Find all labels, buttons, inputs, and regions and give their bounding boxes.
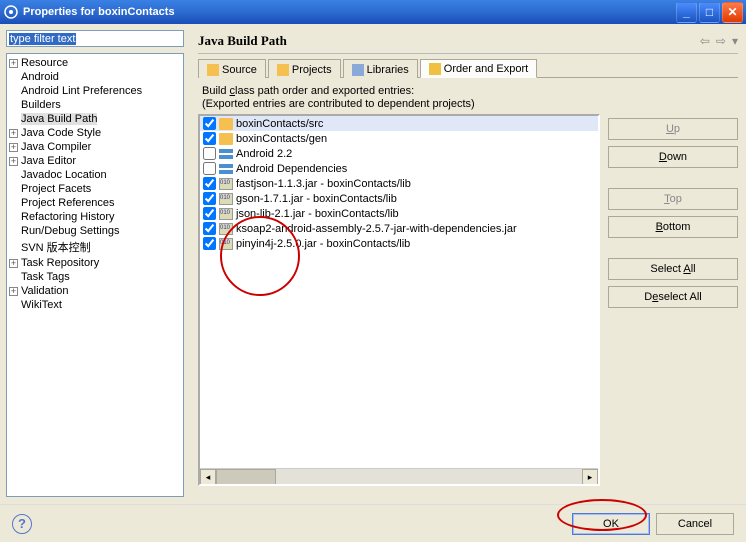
window-title: Properties for boxinContacts	[23, 6, 175, 18]
list-item[interactable]: gson-1.7.1.jar - boxinContacts/lib	[200, 191, 598, 206]
entries-list[interactable]: boxinContacts/srcboxinContacts/genAndroi…	[198, 114, 600, 486]
entry-checkbox[interactable]	[203, 132, 216, 145]
tree-item[interactable]: SVN 版本控制	[9, 238, 183, 256]
jar-icon	[219, 208, 233, 220]
tree-item[interactable]: +Java Editor	[9, 154, 183, 168]
entry-checkbox[interactable]	[203, 162, 216, 175]
expand-icon[interactable]: +	[9, 287, 18, 296]
tree-item[interactable]: Java Build Path	[9, 112, 183, 126]
tab-source[interactable]: Source	[198, 59, 266, 78]
tree-item[interactable]: Task Tags	[9, 270, 183, 284]
deselect-all-button[interactable]: Deselect All	[608, 286, 738, 308]
list-item[interactable]: json-lib-2.1.jar - boxinContacts/lib	[200, 206, 598, 221]
entry-checkbox[interactable]	[203, 207, 216, 220]
tree-item[interactable]: Project References	[9, 196, 183, 210]
expand-icon[interactable]: +	[9, 143, 18, 152]
select-all-button[interactable]: Select All	[608, 258, 738, 280]
source-icon	[207, 64, 219, 76]
projects-icon	[277, 64, 289, 76]
entry-checkbox[interactable]	[203, 117, 216, 130]
description: Build class path order and exported entr…	[198, 78, 738, 114]
page-title: Java Build Path	[198, 33, 287, 49]
entry-checkbox[interactable]	[203, 177, 216, 190]
entry-checkbox[interactable]	[203, 222, 216, 235]
tree-item[interactable]: Android	[9, 70, 183, 84]
list-item[interactable]: boxinContacts/gen	[200, 131, 598, 146]
folder-icon	[219, 118, 233, 130]
tree-item[interactable]: +Resource	[9, 56, 183, 70]
tree-item[interactable]: Run/Debug Settings	[9, 224, 183, 238]
top-button[interactable]: Top	[608, 188, 738, 210]
tab-order-and-export[interactable]: Order and Export	[420, 59, 537, 78]
ok-button[interactable]: OK	[572, 513, 650, 535]
scroll-right-icon[interactable]: ▸	[582, 469, 598, 485]
jar-icon	[219, 178, 233, 190]
left-pane: type filter text +ResourceAndroidAndroid…	[0, 24, 190, 504]
footer: ? OK Cancel	[0, 504, 746, 542]
help-icon[interactable]: ?	[12, 514, 32, 534]
forward-icon[interactable]: ⇨	[716, 34, 726, 48]
expand-icon[interactable]: +	[9, 59, 18, 68]
titlebar: Properties for boxinContacts _ □ ✕	[0, 0, 746, 24]
tab-projects[interactable]: Projects	[268, 59, 341, 78]
tree-item[interactable]: Builders	[9, 98, 183, 112]
jar-icon	[219, 223, 233, 235]
tree-item[interactable]: WikiText	[9, 298, 183, 312]
maximize-button[interactable]: □	[699, 2, 720, 23]
tab-bar: SourceProjectsLibrariesOrder and Export	[198, 58, 738, 78]
tree-item[interactable]: Javadoc Location	[9, 168, 183, 182]
app-icon	[3, 4, 19, 20]
jar-icon	[219, 238, 233, 250]
libraries-icon	[352, 64, 364, 76]
library-icon	[219, 149, 233, 159]
scroll-thumb[interactable]	[216, 469, 276, 485]
expand-icon[interactable]: +	[9, 157, 18, 166]
tab-libraries[interactable]: Libraries	[343, 59, 418, 78]
minimize-button[interactable]: _	[676, 2, 697, 23]
back-icon[interactable]: ⇦	[700, 34, 710, 48]
expand-icon[interactable]: +	[9, 129, 18, 138]
up-button[interactable]: Up	[608, 118, 738, 140]
list-item[interactable]: Android Dependencies	[200, 161, 598, 176]
horizontal-scrollbar[interactable]: ◂ ▸	[200, 468, 598, 484]
button-column: Up Down Top Bottom Select All Deselect A…	[608, 114, 738, 486]
cancel-button[interactable]: Cancel	[656, 513, 734, 535]
expand-icon[interactable]: +	[9, 259, 18, 268]
list-item[interactable]: ksoap2-android-assembly-2.5.7-jar-with-d…	[200, 221, 598, 236]
close-button[interactable]: ✕	[722, 2, 743, 23]
entry-checkbox[interactable]	[203, 192, 216, 205]
tree-item[interactable]: Project Facets	[9, 182, 183, 196]
scroll-left-icon[interactable]: ◂	[200, 469, 216, 485]
folder-icon	[219, 133, 233, 145]
tree-item[interactable]: Refactoring History	[9, 210, 183, 224]
tree-item[interactable]: +Java Compiler	[9, 140, 183, 154]
library-icon	[219, 164, 233, 174]
filter-input[interactable]: type filter text	[9, 33, 76, 45]
bottom-button[interactable]: Bottom	[608, 216, 738, 238]
order-icon	[429, 63, 441, 75]
right-pane: Java Build Path ⇦ ⇨ ▾ SourceProjectsLibr…	[190, 24, 746, 504]
list-item[interactable]: fastjson-1.1.3.jar - boxinContacts/lib	[200, 176, 598, 191]
entry-checkbox[interactable]	[203, 237, 216, 250]
jar-icon	[219, 193, 233, 205]
tree-item[interactable]: Android Lint Preferences	[9, 84, 183, 98]
tree-item[interactable]: +Java Code Style	[9, 126, 183, 140]
list-item[interactable]: Android 2.2	[200, 146, 598, 161]
tree-item[interactable]: +Task Repository	[9, 256, 183, 270]
list-item[interactable]: boxinContacts/src	[200, 116, 598, 131]
list-item[interactable]: pinyin4j-2.5.0.jar - boxinContacts/lib	[200, 236, 598, 251]
category-tree[interactable]: +ResourceAndroidAndroid Lint Preferences…	[6, 53, 184, 497]
down-button[interactable]: Down	[608, 146, 738, 168]
tree-item[interactable]: +Validation	[9, 284, 183, 298]
entry-checkbox[interactable]	[203, 147, 216, 160]
menu-icon[interactable]: ▾	[732, 34, 738, 48]
